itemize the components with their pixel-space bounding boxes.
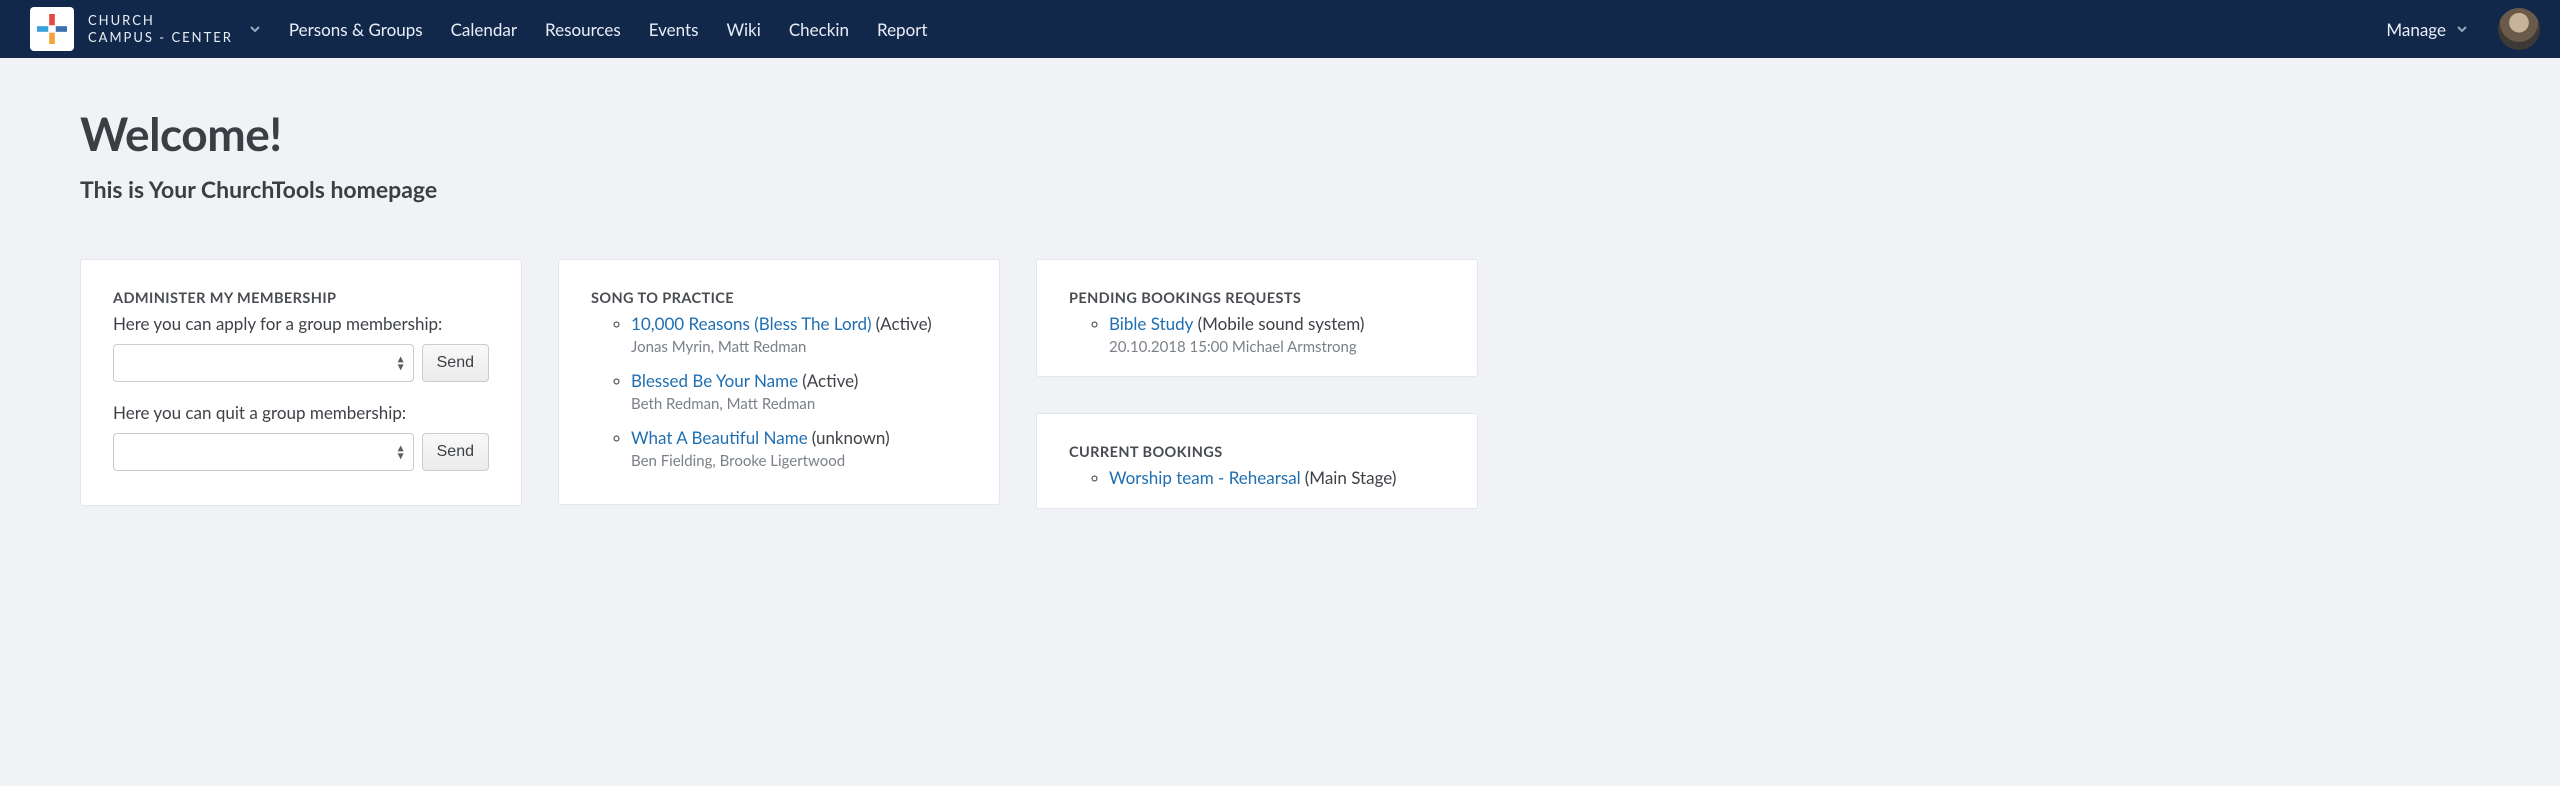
pending-bookings-title: PENDING BOOKINGS REQUESTS [1069,290,1445,307]
user-avatar[interactable] [2498,8,2540,50]
booking-link[interactable]: Bible Study [1109,313,1193,334]
nav-persons-groups[interactable]: Persons & Groups [289,19,423,40]
pending-bookings-card: PENDING BOOKINGS REQUESTS Bible Study (M… [1036,259,1478,377]
songs-list: 10,000 Reasons (Bless The Lord) (Active)… [591,313,967,470]
song-status: (Active) [876,313,932,334]
booking-meta: 20.10.2018 15:00 Michael Armstrong [1109,338,1445,356]
quit-membership-select[interactable] [113,433,414,471]
current-bookings-list: Worship team - Rehearsal (Main Stage) [1069,467,1445,488]
chevron-down-icon [2456,23,2468,35]
song-status: (Active) [802,370,858,391]
apply-membership-label: Here you can apply for a group membershi… [113,313,489,334]
list-item: Worship team - Rehearsal (Main Stage) [1109,467,1445,488]
current-bookings-title: CURRENT BOOKINGS [1069,444,1445,461]
apply-membership-select[interactable] [113,344,414,382]
church-logo-icon [37,14,67,44]
manage-menu[interactable]: Manage [2386,19,2468,40]
nav-report[interactable]: Report [877,19,928,40]
membership-card-title: ADMINISTER MY MEMBERSHIP [113,290,489,307]
nav-checkin[interactable]: Checkin [789,19,849,40]
booking-detail: (Main Stage) [1305,467,1397,488]
song-status: (unknown) [812,427,890,448]
list-item: What A Beautiful Name (unknown) Ben Fiel… [631,427,967,470]
booking-detail: (Mobile sound system) [1198,313,1365,334]
quit-membership-send-button[interactable]: Send [422,433,489,471]
list-item: Blessed Be Your Name (Active) Beth Redma… [631,370,967,413]
quit-membership-label: Here you can quit a group membership: [113,402,489,423]
brand-switcher[interactable] [249,23,261,35]
nav-wiki[interactable]: Wiki [726,19,760,40]
song-link[interactable]: What A Beautiful Name [631,427,808,448]
primary-nav: Persons & Groups Calendar Resources Even… [289,19,928,40]
top-navbar: CHURCH CAMPUS - CENTER Persons & Groups … [0,0,2560,58]
songs-card: SONG TO PRACTICE 10,000 Reasons (Bless T… [558,259,1000,505]
nav-resources[interactable]: Resources [545,19,621,40]
app-logo[interactable] [30,7,74,51]
nav-calendar[interactable]: Calendar [451,19,517,40]
song-link[interactable]: 10,000 Reasons (Bless The Lord) [631,313,872,334]
brand-name: CHURCH CAMPUS - CENTER [88,12,233,46]
song-link[interactable]: Blessed Be Your Name [631,370,798,391]
current-bookings-card: CURRENT BOOKINGS Worship team - Rehearsa… [1036,413,1478,509]
chevron-down-icon [249,23,261,35]
song-authors: Beth Redman, Matt Redman [631,395,967,413]
list-item: 10,000 Reasons (Bless The Lord) (Active)… [631,313,967,356]
pending-bookings-list: Bible Study (Mobile sound system) 20.10.… [1069,313,1445,356]
song-authors: Jonas Myrin, Matt Redman [631,338,967,356]
page-subtitle: This is Your ChurchTools homepage [80,175,1470,203]
nav-events[interactable]: Events [649,19,699,40]
booking-link[interactable]: Worship team - Rehearsal [1109,467,1301,488]
apply-membership-send-button[interactable]: Send [422,344,489,382]
song-authors: Ben Fielding, Brooke Ligertwood [631,452,967,470]
songs-card-title: SONG TO PRACTICE [591,290,967,307]
list-item: Bible Study (Mobile sound system) 20.10.… [1109,313,1445,356]
membership-card: ADMINISTER MY MEMBERSHIP Here you can ap… [80,259,522,506]
page-title: Welcome! [80,106,1470,161]
